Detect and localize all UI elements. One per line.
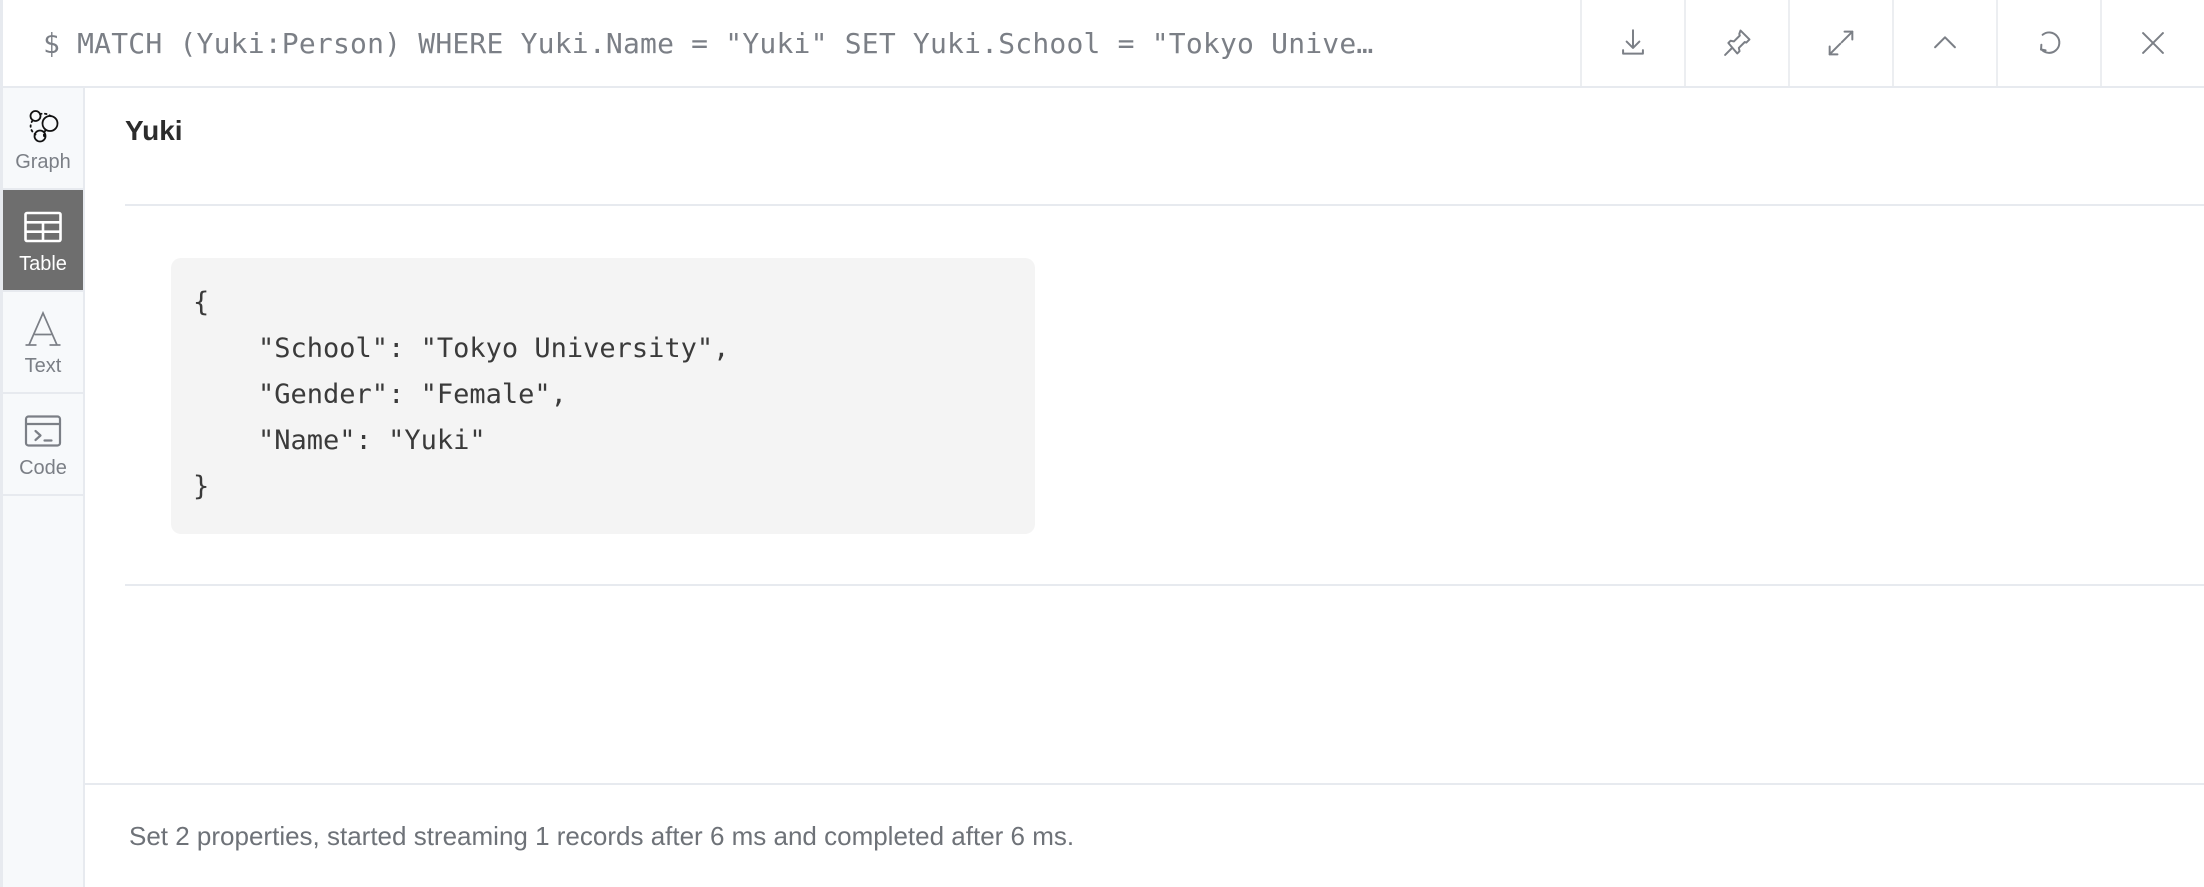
collapse-button[interactable] (1892, 0, 1996, 86)
query-bar: $ MATCH (Yuki:Person) WHERE Yuki.Name = … (3, 0, 2204, 88)
result-toolbar (1580, 0, 2204, 86)
refresh-icon (2032, 26, 2066, 60)
json-line: } (193, 470, 210, 502)
sidebar-item-text[interactable]: Text (3, 292, 83, 394)
sidebar-item-table[interactable]: Table (3, 190, 83, 292)
json-line: { (193, 286, 210, 318)
sidebar-item-label-code: Code (19, 457, 67, 479)
result-frame: $ MATCH (Yuki:Person) WHERE Yuki.Name = … (0, 0, 2204, 887)
close-icon (2136, 26, 2170, 60)
result-main: Yuki { "School": "Tokyo University", "Ge… (85, 88, 2204, 887)
result-scroll-area[interactable]: Yuki { "School": "Tokyo University", "Ge… (85, 88, 2204, 783)
sidebar-item-code[interactable]: Code (3, 394, 83, 496)
close-button[interactable] (2100, 0, 2204, 86)
result-empty-space (85, 586, 2204, 783)
query-text[interactable]: $ MATCH (Yuki:Person) WHERE Yuki.Name = … (3, 0, 1580, 86)
download-button[interactable] (1580, 0, 1684, 86)
graph-icon (23, 104, 63, 146)
code-icon (23, 410, 63, 452)
sidebar-item-label-text: Text (24, 355, 62, 377)
table-icon (23, 206, 63, 248)
chevron-up-icon (1928, 26, 1962, 60)
result-body: Graph Table Text Code Yuki {"School": "… (3, 88, 2204, 887)
sidebar-item-graph[interactable]: Graph (3, 88, 83, 190)
rerun-button[interactable] (1996, 0, 2100, 86)
pin-button[interactable] (1684, 0, 1788, 86)
status-bar: Set 2 properties, started streaming 1 re… (85, 783, 2204, 887)
json-code-block[interactable]: { "School": "Tokyo University", "Gender"… (171, 257, 1035, 534)
json-line: "School": "Tokyo University", (193, 332, 730, 364)
expand-icon (1824, 26, 1858, 60)
json-result-wrapper: { "School": "Tokyo University", "Gender"… (85, 206, 2204, 534)
download-icon (1616, 26, 1650, 60)
json-line: "Gender": "Female", (193, 378, 567, 410)
status-message: Set 2 properties, started streaming 1 re… (129, 820, 1075, 851)
sidebar-item-label-table: Table (19, 253, 67, 275)
text-icon (23, 308, 63, 350)
sidebar-item-label-graph: Graph (15, 151, 71, 173)
pin-icon (1720, 26, 1754, 60)
sidebar-filler (3, 496, 83, 887)
page-title: Yuki (125, 115, 183, 146)
json-line: "Name": "Yuki" (193, 424, 486, 456)
expand-button[interactable] (1788, 0, 1892, 86)
view-mode-sidebar: Graph Table Text Code (3, 88, 85, 887)
